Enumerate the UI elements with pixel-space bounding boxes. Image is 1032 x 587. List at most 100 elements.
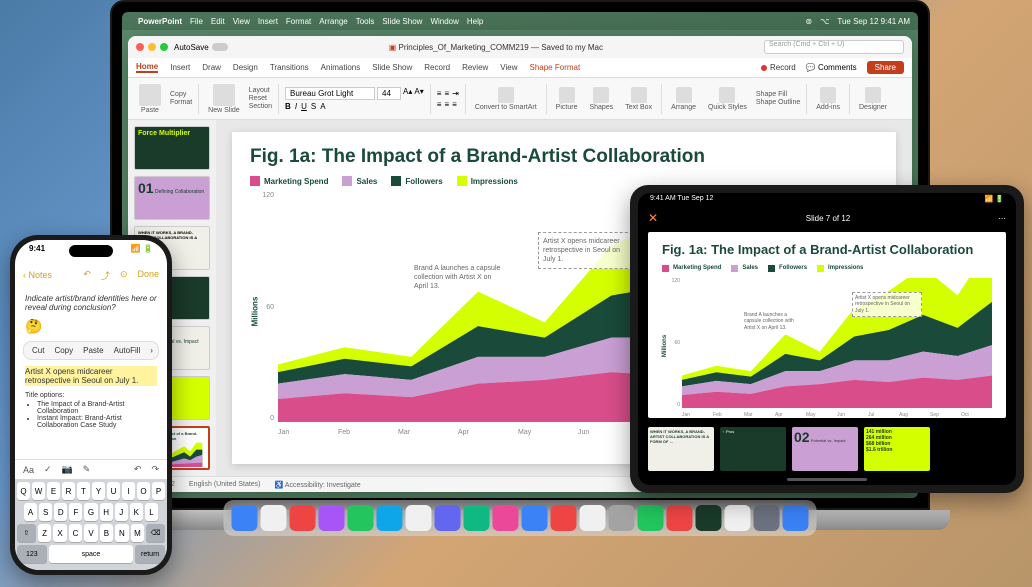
markup-button[interactable]: ✎ (83, 464, 91, 475)
key-K[interactable]: K (130, 503, 143, 521)
menu-format[interactable]: Format (286, 17, 311, 26)
ipad-thumbnails[interactable]: WHEN IT WORKS, A BRAND-ARTIST COLLABORAT… (638, 422, 1016, 476)
close-icon[interactable]: ✕ (648, 211, 658, 225)
back-button[interactable]: ‹ Notes (23, 270, 52, 280)
indent-button[interactable]: ⇥ (452, 89, 459, 98)
ipad-home-indicator[interactable] (787, 478, 867, 481)
tab-view[interactable]: View (500, 63, 517, 72)
tab-design[interactable]: Design (233, 63, 258, 72)
title-option-1[interactable]: The Impact of a Brand-Artist Collaborati… (37, 401, 157, 415)
search-input[interactable]: Search (Cmd + Ctrl + U) (764, 40, 904, 54)
menu-slideshow[interactable]: Slide Show (382, 17, 422, 26)
key-U[interactable]: U (107, 482, 120, 500)
shape-fill-button[interactable]: Shape Fill (756, 91, 800, 98)
numbering-button[interactable]: ≡ (444, 89, 449, 98)
tab-review[interactable]: Review (462, 63, 488, 72)
checklist-button[interactable]: ✓ (44, 464, 52, 475)
tab-shape-format[interactable]: Shape Format (530, 63, 581, 72)
control-center-icon[interactable]: ⌥ (820, 17, 829, 26)
menubar-clock[interactable]: Tue Sep 12 9:41 AM (837, 17, 910, 26)
tab-insert[interactable]: Insert (170, 63, 190, 72)
bullets-button[interactable]: ≡ (437, 89, 442, 98)
key-X[interactable]: X (53, 524, 66, 542)
addins-button[interactable]: Add-ins (813, 87, 843, 111)
maximize-button[interactable] (160, 43, 168, 51)
redo-button[interactable]: ↷ (151, 464, 159, 475)
bold-button[interactable]: B (285, 102, 291, 111)
key-T[interactable]: T (77, 482, 90, 500)
title-option-2[interactable]: Instant Impact: Brand-Artist Collaborati… (37, 415, 157, 429)
menu-insert[interactable]: Insert (258, 17, 278, 26)
quick-styles-button[interactable]: Quick Styles (705, 87, 750, 111)
picture-button[interactable]: Picture (553, 87, 581, 111)
key-R[interactable]: R (62, 482, 75, 500)
note-question[interactable]: Indicate artist/brand identities here or… (25, 294, 157, 312)
convert-smartart-button[interactable]: Convert to SmartArt (472, 87, 540, 111)
menu-view[interactable]: View (233, 17, 250, 26)
ipad-more-icon[interactable]: ⋯ (998, 214, 1006, 223)
selected-text[interactable]: Artist X opens midcareer retrospective i… (25, 366, 157, 386)
slide-title[interactable]: Fig. 1a: The Impact of a Brand-Artist Co… (250, 146, 878, 168)
increase-font-button[interactable]: A▴ (403, 87, 412, 100)
menu-arrange[interactable]: Arrange (319, 17, 347, 26)
app-name[interactable]: PowerPoint (138, 17, 182, 26)
key-I[interactable]: I (122, 482, 135, 500)
italic-button[interactable]: I (295, 102, 297, 111)
share-button[interactable]: Share (867, 61, 904, 74)
new-slide-button[interactable]: New Slide (205, 84, 243, 114)
comments-button[interactable]: 💬 Comments (806, 63, 857, 72)
key-L[interactable]: L (145, 503, 158, 521)
key-G[interactable]: G (84, 503, 97, 521)
key-D[interactable]: D (54, 503, 67, 521)
status-language[interactable]: English (United States) (189, 481, 261, 488)
done-button[interactable]: Done (137, 269, 159, 282)
key-W[interactable]: W (32, 482, 45, 500)
more-icon[interactable]: ⊙ (120, 269, 128, 282)
key-O[interactable]: O (137, 482, 150, 500)
copy-button[interactable]: Copy (54, 346, 73, 355)
menu-edit[interactable]: Edit (211, 17, 225, 26)
menu-window[interactable]: Window (430, 17, 458, 26)
key-J[interactable]: J (115, 503, 128, 521)
key-C[interactable]: C (69, 524, 82, 542)
undo-button[interactable]: ↶ (134, 464, 142, 475)
chart-annotation-2[interactable]: Artist X opens midcareer retrospective i… (538, 232, 638, 269)
ipad-current-slide[interactable]: Fig. 1a: The Impact of a Brand-Artist Co… (648, 232, 1006, 418)
key-Q[interactable]: Q (17, 482, 30, 500)
slide-thumb-1[interactable]: Force Multiplier (134, 126, 210, 170)
shape-outline-button[interactable]: Shape Outline (756, 99, 800, 106)
align-center-button[interactable]: ≡ (444, 100, 449, 109)
menu-help[interactable]: Help (467, 17, 483, 26)
key-S[interactable]: S (39, 503, 52, 521)
key-Y[interactable]: Y (92, 482, 105, 500)
tab-slideshow[interactable]: Slide Show (372, 63, 412, 72)
ipad-thumb-6[interactable]: 141 million264 million$68 billion$1.6 tr… (864, 427, 930, 471)
key-B[interactable]: B (100, 524, 113, 542)
copy-button[interactable]: Copy (170, 91, 192, 98)
more-edit-icon[interactable]: › (150, 346, 153, 355)
autosave-toggle[interactable]: AutoSave (174, 43, 228, 52)
font-select[interactable]: Bureau Grot Light (285, 87, 375, 100)
key-E[interactable]: E (47, 482, 60, 500)
tab-record[interactable]: Record (424, 63, 450, 72)
record-button[interactable]: Record (761, 63, 796, 72)
key-Z[interactable]: Z (38, 524, 51, 542)
key-N[interactable]: N (115, 524, 128, 542)
key-123[interactable]: 123 (17, 545, 47, 563)
ipad-thumb-5[interactable]: 02 Potential vs. Impact5 (792, 427, 858, 471)
tab-transitions[interactable]: Transitions (270, 63, 309, 72)
key-space[interactable]: space (49, 545, 134, 563)
ipad-thumb-4[interactable]: ↑↓Pros4 (720, 427, 786, 471)
tab-home[interactable]: Home (136, 62, 158, 73)
layout-button[interactable]: Layout (249, 87, 272, 94)
menu-tools[interactable]: Tools (356, 17, 375, 26)
align-left-button[interactable]: ≡ (437, 100, 442, 109)
tab-animations[interactable]: Animations (321, 63, 361, 72)
close-button[interactable] (136, 43, 144, 51)
cut-button[interactable]: Cut (32, 346, 44, 355)
chart-annotation-1[interactable]: Brand A launches a capsule collection wi… (414, 264, 504, 291)
key-H[interactable]: H (100, 503, 113, 521)
key-V[interactable]: V (84, 524, 97, 542)
font-color-button[interactable]: A (320, 102, 325, 111)
underline-button[interactable]: U (301, 102, 307, 111)
